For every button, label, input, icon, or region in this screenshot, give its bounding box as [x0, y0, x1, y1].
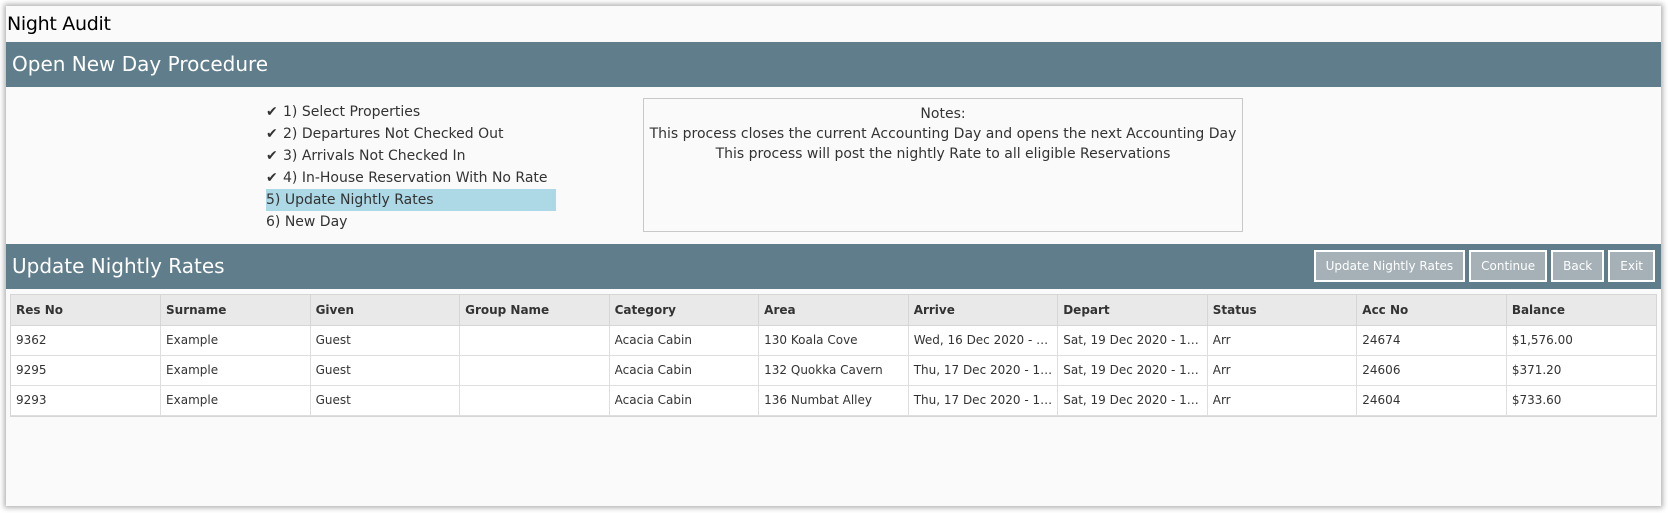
cell-arrive: Wed, 16 Dec 2020 - 2:00 PM — [908, 325, 1059, 356]
cell-surname: Example — [160, 385, 311, 416]
cell-res-no: 9293 — [11, 385, 162, 416]
cell-category: Acacia Cabin — [609, 355, 760, 386]
cell-given: Guest — [310, 355, 461, 386]
table-header-row: Res No Surname Given Group Name Category… — [11, 295, 1656, 326]
window-title: Night Audit — [7, 13, 111, 35]
steps-list: ✔ 1) Select Properties ✔ 2) Departures Not… — [266, 101, 566, 233]
cell-acc-no: 24674 — [1356, 325, 1507, 356]
checkmark-icon: ✔ — [266, 126, 278, 142]
notes-title: Notes: — [920, 106, 966, 122]
step-arrivals-not-checked-in[interactable]: ✔ 3) Arrivals Not Checked In — [266, 145, 556, 167]
notes-line-1: This process closes the current Accounti… — [649, 126, 1237, 142]
cell-res-no: 9362 — [11, 325, 162, 356]
cell-depart: Sat, 19 Dec 2020 - 10:00 AM — [1057, 385, 1208, 416]
cell-surname: Example — [160, 325, 311, 356]
col-arrive[interactable]: Arrive — [908, 295, 1059, 326]
cell-balance: $1,576.00 — [1506, 325, 1656, 356]
col-surname[interactable]: Surname — [160, 295, 311, 326]
cell-balance: $371.20 — [1506, 355, 1656, 386]
cell-category: Acacia Cabin — [609, 385, 760, 416]
cell-status: Arr — [1207, 325, 1358, 356]
checkmark-icon: ✔ — [266, 170, 278, 186]
toolbar: Update Nightly Rates Continue Back Exit — [1313, 250, 1655, 282]
update-nightly-rates-header: Update Nightly Rates Update Nightly Rate… — [6, 244, 1661, 289]
col-res-no[interactable]: Res No — [11, 295, 162, 326]
procedure-header: Open New Day Procedure — [6, 42, 1661, 87]
cell-group-name — [459, 385, 610, 416]
update-nightly-rates-button[interactable]: Update Nightly Rates — [1313, 250, 1466, 282]
col-area[interactable]: Area — [758, 295, 909, 326]
cell-acc-no: 24604 — [1356, 385, 1507, 416]
cell-given: Guest — [310, 325, 461, 356]
checkmark-icon: ✔ — [266, 104, 278, 120]
night-audit-window: Night Audit Open New Day Procedure ✔ 1) S… — [6, 6, 1661, 506]
cell-category: Acacia Cabin — [609, 325, 760, 356]
step-in-house-no-rate[interactable]: ✔ 4) In-House Reservation With No Rate — [266, 167, 556, 189]
cell-status: Arr — [1207, 385, 1358, 416]
cell-given: Guest — [310, 385, 461, 416]
checkmark-icon: ✔ — [266, 148, 278, 164]
col-given[interactable]: Given — [310, 295, 461, 326]
cell-depart: Sat, 19 Dec 2020 - 10:00 AM — [1057, 355, 1208, 386]
exit-button[interactable]: Exit — [1608, 250, 1655, 282]
cell-area: 132 Quokka Cavern — [758, 355, 909, 386]
cell-res-no: 9295 — [11, 355, 162, 386]
col-depart[interactable]: Depart — [1057, 295, 1208, 326]
step-departures-not-checked-out[interactable]: ✔ 2) Departures Not Checked Out — [266, 123, 556, 145]
cell-acc-no: 24606 — [1356, 355, 1507, 386]
table-row[interactable]: 9362 Example Guest Acacia Cabin 130 Koal… — [11, 325, 1656, 356]
back-button[interactable]: Back — [1551, 250, 1605, 282]
table-row[interactable]: 9293 Example Guest Acacia Cabin 136 Numb… — [11, 385, 1656, 416]
reservations-table: Res No Surname Given Group Name Category… — [11, 295, 1656, 416]
step-new-day[interactable]: 6) New Day — [266, 211, 556, 233]
col-acc-no[interactable]: Acc No — [1356, 295, 1507, 326]
cell-balance: $733.60 — [1506, 385, 1656, 416]
reservations-grid: Res No Surname Given Group Name Category… — [10, 294, 1657, 417]
cell-area: 130 Koala Cove — [758, 325, 909, 356]
col-category[interactable]: Category — [609, 295, 760, 326]
continue-button[interactable]: Continue — [1469, 250, 1548, 282]
step-update-nightly-rates[interactable]: 5) Update Nightly Rates — [266, 189, 556, 211]
section-title: Update Nightly Rates — [12, 254, 225, 278]
col-group-name[interactable]: Group Name — [459, 295, 610, 326]
notes-box: Notes: This process closes the current A… — [643, 98, 1243, 232]
cell-arrive: Thu, 17 Dec 2020 - 11:00 AM — [908, 385, 1059, 416]
step-select-properties[interactable]: ✔ 1) Select Properties — [266, 101, 556, 123]
cell-group-name — [459, 325, 610, 356]
col-status[interactable]: Status — [1207, 295, 1358, 326]
col-balance[interactable]: Balance — [1506, 295, 1656, 326]
notes-line-2: This process will post the nightly Rate … — [715, 146, 1171, 162]
cell-surname: Example — [160, 355, 311, 386]
cell-group-name — [459, 355, 610, 386]
procedure-panel: ✔ 1) Select Properties ✔ 2) Departures Not… — [6, 87, 1661, 244]
cell-status: Arr — [1207, 355, 1358, 386]
table-row[interactable]: 9295 Example Guest Acacia Cabin 132 Quok… — [11, 355, 1656, 386]
cell-arrive: Thu, 17 Dec 2020 - 11:00 AM — [908, 355, 1059, 386]
cell-depart: Sat, 19 Dec 2020 - 10:00 AM — [1057, 325, 1208, 356]
cell-area: 136 Numbat Alley — [758, 385, 909, 416]
